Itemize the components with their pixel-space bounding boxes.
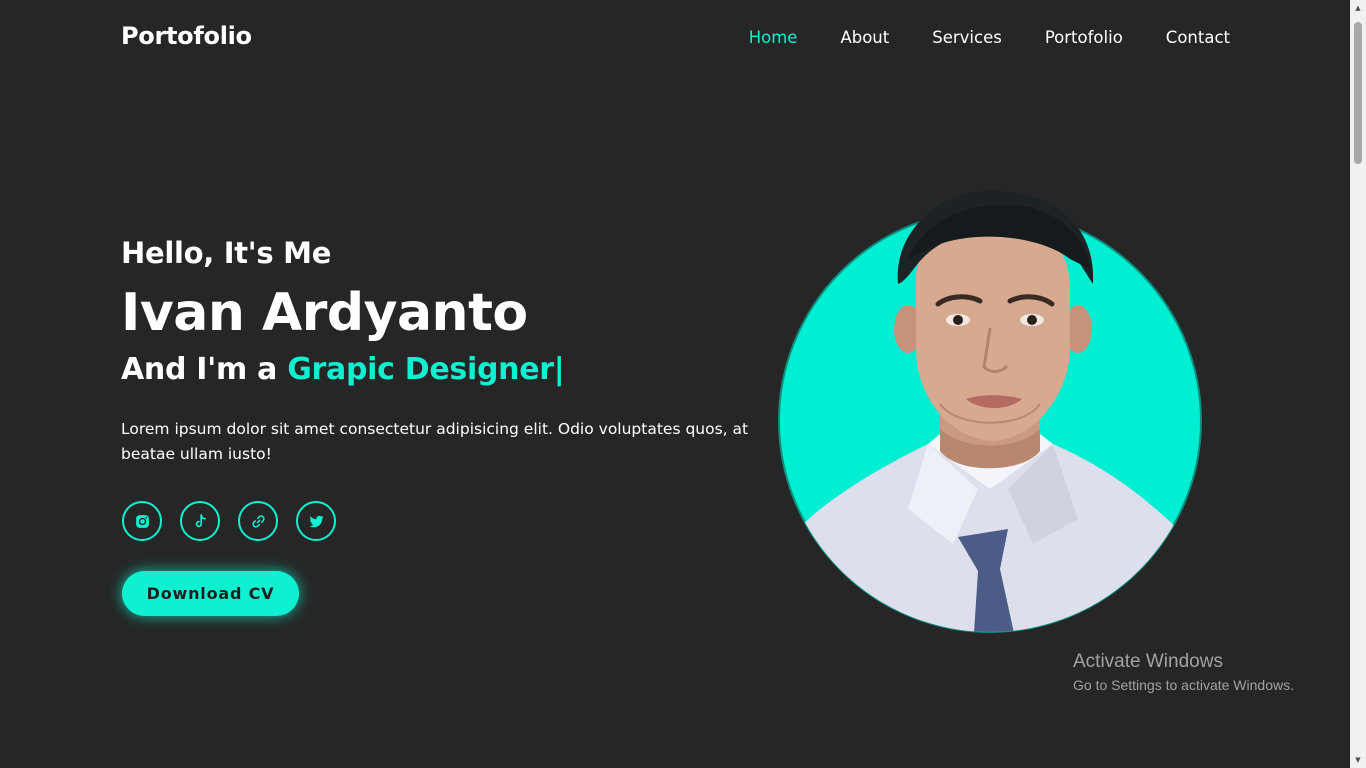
typing-cursor: | [553,352,565,387]
hero-description: Lorem ipsum dolor sit amet consectetur a… [121,420,749,463]
tiktok-link[interactable] [180,501,220,541]
link-icon [251,514,265,528]
main-nav: Home About Services Portofolio Contact [749,28,1230,47]
page: Portofolio Home About Services Portofoli… [0,0,1366,768]
scroll-thumb[interactable] [1354,22,1362,164]
logo[interactable]: Portofolio [121,22,252,50]
twitter-link[interactable] [296,501,336,541]
scroll-down-arrow-icon[interactable]: ▼ [1350,752,1366,768]
instagram-link[interactable] [122,501,162,541]
windows-activation-watermark: Activate Windows Go to Settings to activ… [1073,651,1294,696]
header: Portofolio Home About Services Portofoli… [0,0,1350,78]
vertical-scrollbar[interactable]: ▲ ▼ [1350,0,1366,768]
nav-services[interactable]: Services [932,28,1002,47]
profile-image [778,189,1202,633]
hero-name: Ivan Ardyanto [121,283,528,343]
watermark-subtitle: Go to Settings to activate Windows. [1073,677,1294,693]
nav-portofolio[interactable]: Portofolio [1045,28,1123,47]
hero-role: And I'm a Grapic Designer| [121,352,761,387]
social-links [122,501,336,541]
instagram-icon [135,514,149,528]
role-prefix: And I'm a [121,352,288,387]
watermark-title: Activate Windows [1073,651,1223,672]
hero-greeting: Hello, It's Me [121,236,332,270]
link-link[interactable] [238,501,278,541]
scroll-up-arrow-icon[interactable]: ▲ [1350,0,1366,16]
nav-contact[interactable]: Contact [1166,28,1230,47]
nav-home[interactable]: Home [749,28,798,47]
nav-about[interactable]: About [840,28,889,47]
download-cv-button[interactable]: Download CV [122,571,299,616]
tiktok-icon [195,513,206,527]
profile-photo [778,190,1202,633]
role-highlight: Grapic Designer [287,352,554,387]
twitter-icon [308,515,324,527]
hero-content: Hello, It's Me Ivan Ardyanto And I'm a G… [121,236,761,467]
